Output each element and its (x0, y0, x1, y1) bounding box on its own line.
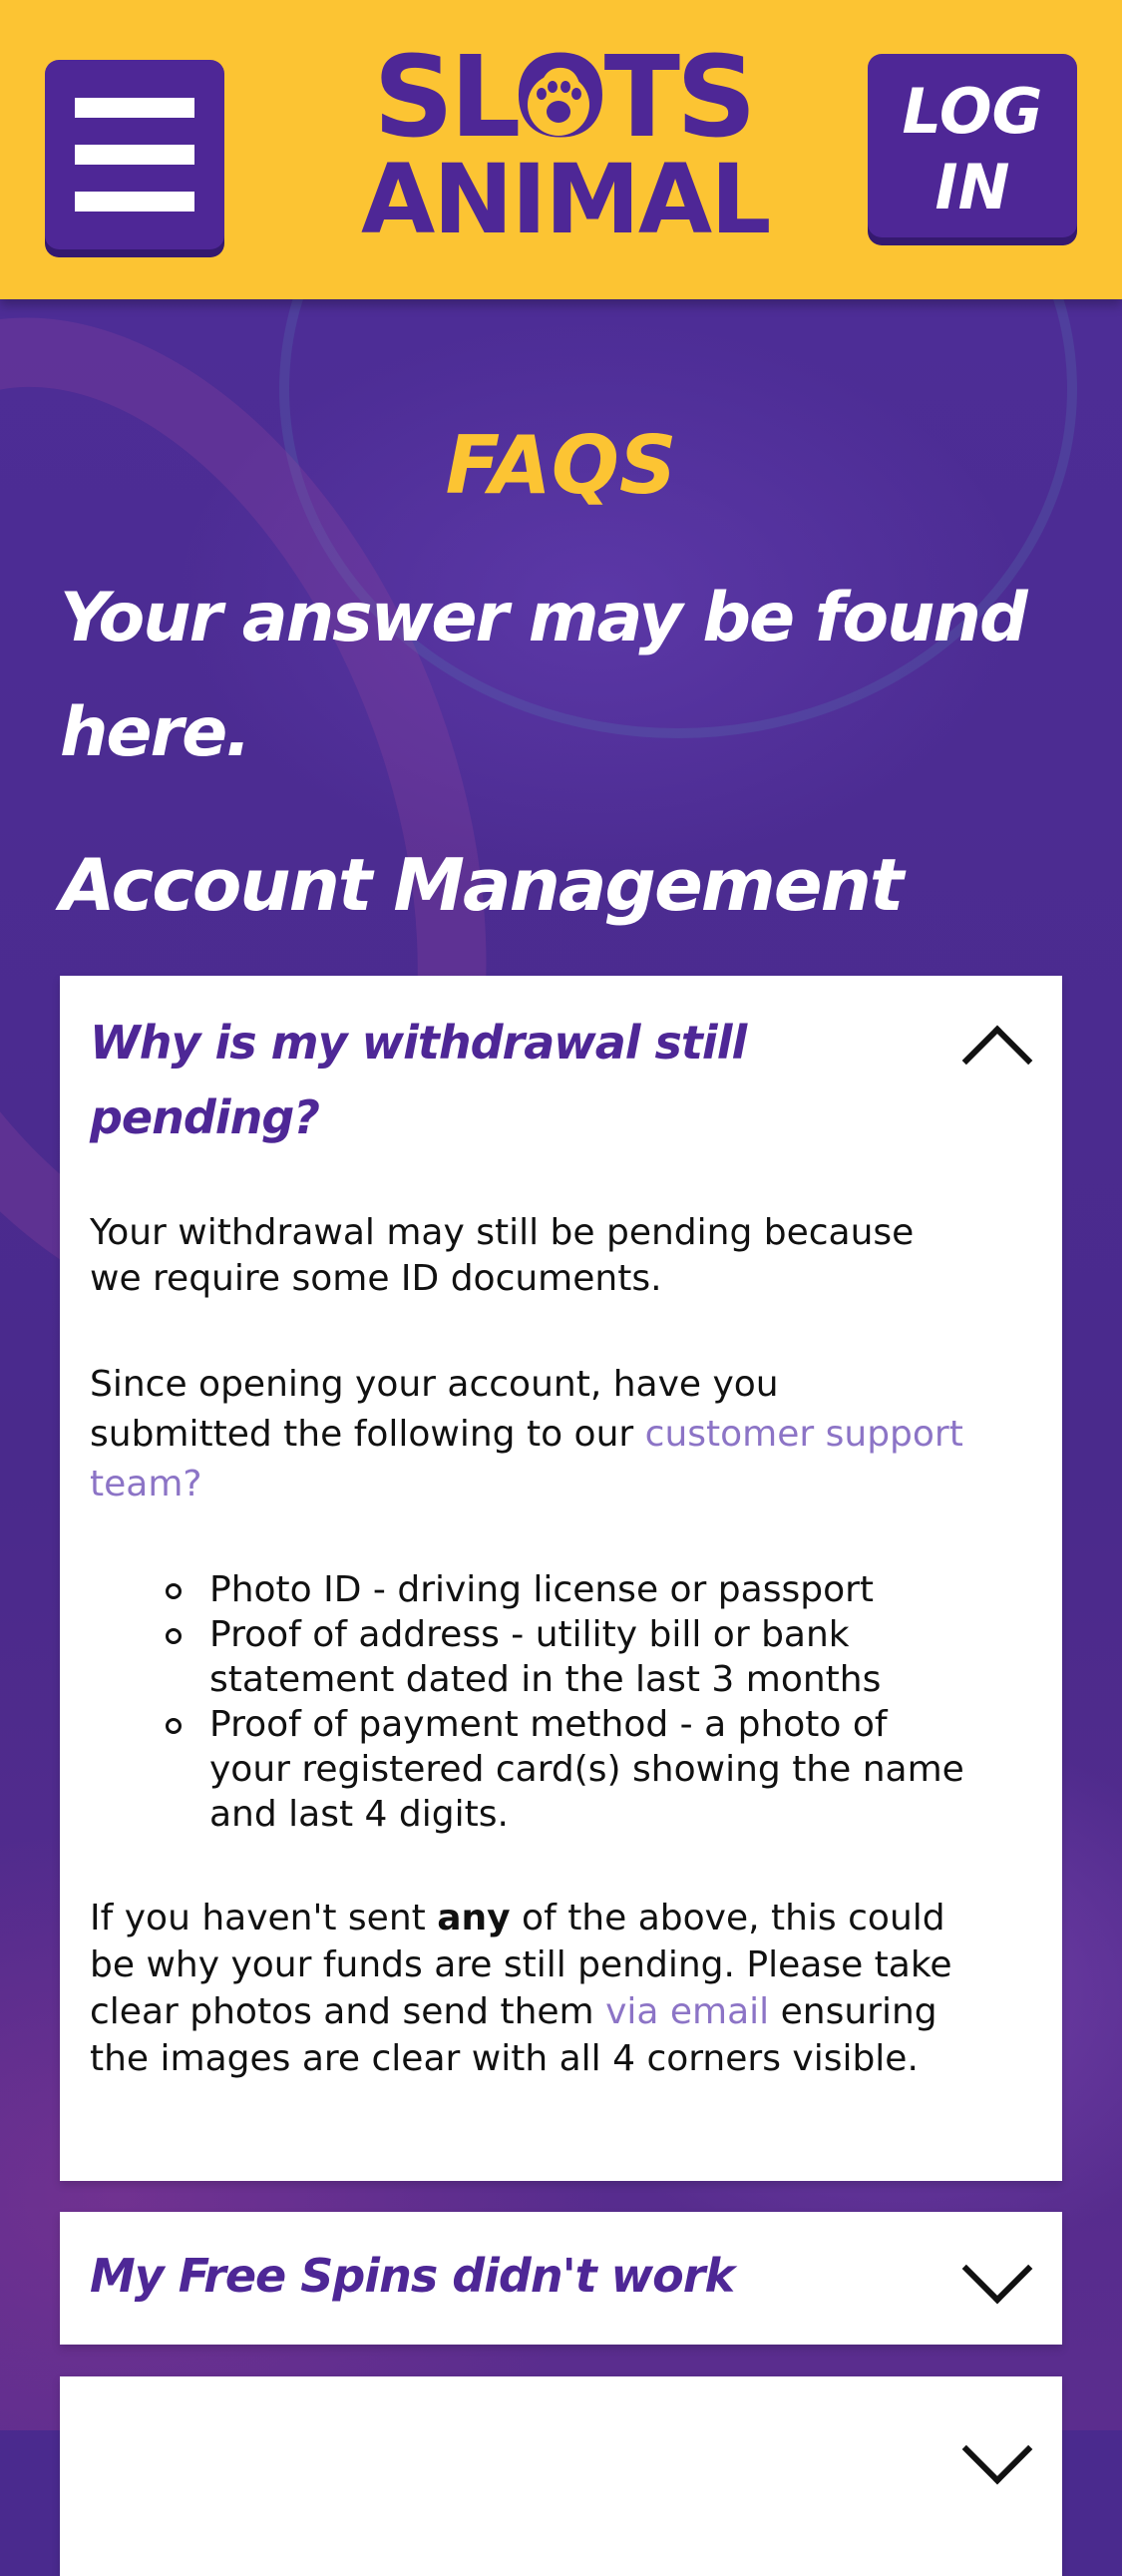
answer-paragraph: Since opening your account, have you sub… (90, 1360, 967, 1509)
menu-bar (75, 192, 194, 212)
list-item: Proof of payment method - a photo of you… (166, 1702, 967, 1837)
faq-item-free-spins[interactable]: My Free Spins didn't work (60, 2212, 1062, 2345)
faq-item-next[interactable] (60, 2376, 1062, 2576)
page-subtitle: Your answer may be found here. (60, 579, 1028, 772)
menu-bar (75, 98, 194, 118)
hamburger-menu-icon[interactable] (45, 60, 224, 249)
site-logo[interactable]: SLOTS ANIMAL (361, 42, 771, 255)
faq-question[interactable]: My Free Spins didn't work (90, 2239, 908, 2314)
faq-item-withdrawal: Why is my withdrawal still pending? Your… (60, 976, 1062, 2181)
chevron-down-icon[interactable] (961, 2233, 1033, 2305)
chevron-down-icon[interactable] (961, 2413, 1033, 2485)
answer-paragraph: Your withdrawal may still be pending bec… (90, 1212, 915, 1299)
answer-bold-text: any (437, 1898, 511, 1938)
faq-answer: Your withdrawal may still be pending bec… (90, 1210, 967, 2082)
login-label-line2: IN (935, 151, 1010, 223)
chevron-up-icon[interactable] (961, 1025, 1033, 1096)
list-item: Photo ID - driving license or passport (166, 1567, 967, 1612)
faq-question[interactable]: Why is my withdrawal still pending? (90, 1006, 908, 1155)
menu-bar (75, 145, 194, 165)
list-item: Proof of address - utility bill or bank … (166, 1612, 967, 1702)
paw-icon (528, 74, 589, 136)
section-title: Account Management (60, 843, 904, 927)
required-documents-list: Photo ID - driving license or passport P… (90, 1567, 967, 1837)
site-header: SLOTS ANIMAL LOG IN (0, 0, 1122, 299)
email-link[interactable]: via email (605, 1991, 769, 2032)
answer-text: If you haven't sent (90, 1898, 438, 1938)
login-button[interactable]: LOG IN (868, 54, 1077, 237)
answer-paragraph: If you haven't sent any of the above, th… (90, 1895, 967, 2082)
logo-line-2: ANIMAL (361, 144, 771, 255)
page-title: FAQS (445, 419, 677, 512)
login-label-line1: LOG (902, 75, 1043, 148)
